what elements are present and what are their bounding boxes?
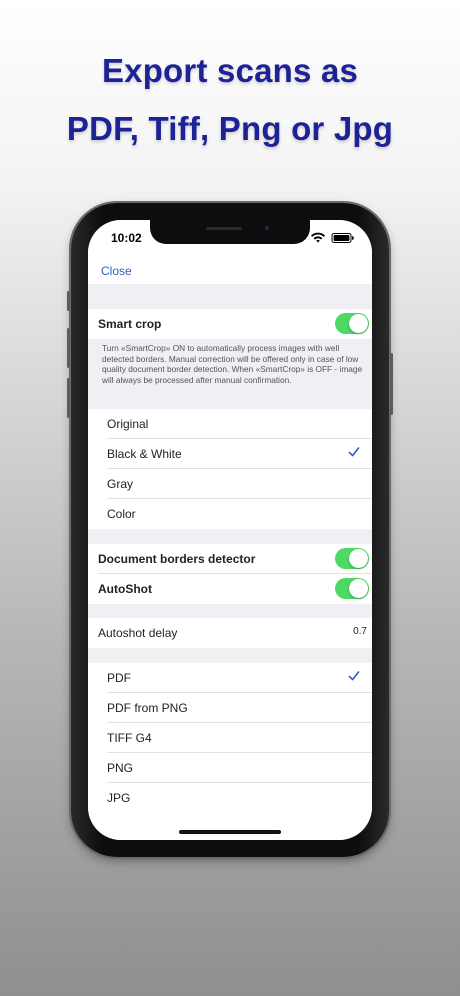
- format-item[interactable]: TIFF G4: [88, 723, 372, 753]
- format-label: TIFF G4: [107, 731, 152, 745]
- autoshot-delay-value: 0.7: [353, 626, 367, 637]
- document-borders-toggle[interactable]: [335, 548, 369, 569]
- volume-down-button: [67, 378, 70, 418]
- document-borders-label: Document borders detector: [98, 552, 256, 566]
- front-camera: [264, 225, 270, 231]
- color-mode-item[interactable]: Black & White: [88, 439, 372, 469]
- format-item[interactable]: PDF: [88, 663, 372, 693]
- checkmark-icon: [348, 671, 360, 681]
- color-mode-item[interactable]: Gray: [88, 469, 372, 499]
- format-label: PNG: [107, 761, 134, 775]
- wifi-icon: [311, 232, 325, 243]
- toggle-knob: [349, 314, 368, 333]
- power-button: [390, 353, 393, 415]
- notch: [150, 220, 310, 244]
- color-mode-item[interactable]: Color: [88, 499, 372, 529]
- nav-bar: Close: [88, 254, 372, 284]
- autoshot-row: AutoShot: [88, 574, 372, 604]
- speaker-grille: [206, 227, 242, 230]
- battery-icon: [331, 233, 354, 243]
- smart-crop-row: Smart crop: [88, 309, 372, 339]
- autoshot-delay-row[interactable]: Autoshot delay 0.7: [88, 618, 372, 648]
- format-label: JPG: [107, 791, 131, 805]
- volume-up-button: [67, 328, 70, 368]
- status-icons: [311, 232, 354, 243]
- document-borders-row: Document borders detector: [88, 544, 372, 574]
- format-item[interactable]: PNG: [88, 753, 372, 783]
- smart-crop-description-text: Turn «SmartCrop» ON to automatically pro…: [102, 343, 363, 385]
- format-label: PDF: [107, 671, 131, 685]
- smart-crop-description: Turn «SmartCrop» ON to automatically pro…: [88, 339, 372, 409]
- silent-switch: [67, 291, 70, 311]
- smart-crop-toggle[interactable]: [335, 313, 369, 334]
- phone-frame: 10:02 Close Smart crop Turn «SmartCrop» …: [67, 203, 393, 857]
- color-mode-label: Black & White: [107, 447, 182, 461]
- checkmark-icon: [348, 447, 360, 457]
- color-mode-label: Original: [107, 417, 149, 431]
- autoshot-toggle[interactable]: [335, 578, 369, 599]
- toggle-knob: [349, 579, 368, 598]
- smart-crop-label: Smart crop: [98, 317, 162, 331]
- close-button[interactable]: Close: [101, 264, 132, 278]
- color-mode-label: Gray: [107, 477, 134, 491]
- status-time: 10:02: [111, 231, 142, 245]
- headline-line-2: PDF, Tiff, Png or Jpg: [66, 110, 394, 147]
- format-label: PDF from PNG: [107, 701, 188, 715]
- headline-line-1: Export scans as: [101, 52, 359, 89]
- autoshot-delay-label: Autoshot delay: [98, 626, 178, 640]
- color-mode-label: Color: [107, 507, 136, 521]
- format-item[interactable]: PDF from PNG: [88, 693, 372, 723]
- color-mode-item[interactable]: Original: [88, 409, 372, 439]
- toggle-knob: [349, 549, 368, 568]
- phone-screen: 10:02 Close Smart crop Turn «SmartCrop» …: [88, 220, 372, 840]
- autoshot-label: AutoShot: [98, 582, 152, 596]
- home-indicator[interactable]: [179, 830, 281, 834]
